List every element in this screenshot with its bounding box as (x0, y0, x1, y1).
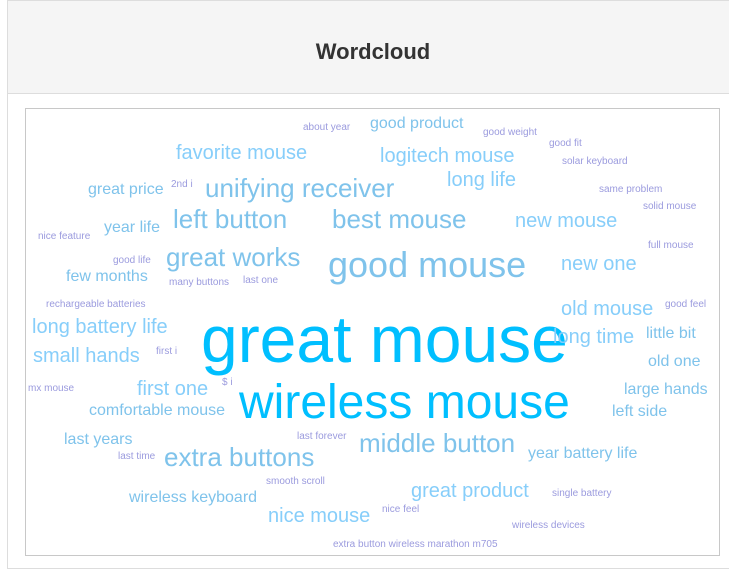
cloud-word: many buttons (169, 277, 230, 288)
cloud-word: old mouse (561, 298, 654, 320)
cloud-word: left button (173, 204, 288, 234)
cloud-word: new mouse (515, 210, 618, 232)
cloud-word: large hands (624, 381, 708, 398)
cloud-word: good product (370, 115, 464, 132)
cloud-word: old one (648, 353, 701, 370)
cloud-word: great product (411, 480, 529, 502)
cloud-word: wireless keyboard (129, 489, 258, 506)
cloud-word: full mouse (648, 240, 694, 251)
cloud-word: little bit (646, 325, 696, 342)
cloud-word: good fit (549, 138, 582, 149)
cloud-word: last one (243, 275, 279, 286)
cloud-word: extra button wireless marathon m705 (333, 539, 498, 550)
cloud-word: last forever (297, 431, 347, 442)
cloud-word: last years (64, 431, 133, 448)
cloud-word: logitech mouse (380, 145, 515, 167)
panel-header: Wordcloud (8, 1, 729, 94)
cloud-word: good weight (483, 127, 537, 138)
cloud-word: good life (113, 255, 151, 266)
cloud-word: year battery life (528, 445, 638, 462)
cloud-word: great price (88, 181, 164, 198)
cloud-word: solar keyboard (562, 156, 628, 167)
cloud-word: rechargeable batteries (46, 299, 146, 310)
cloud-word: favorite mouse (176, 142, 308, 164)
cloud-word: $ i (222, 377, 233, 388)
cloud-word: solid mouse (643, 201, 697, 212)
cloud-word: single battery (552, 488, 612, 499)
cloud-word: unifying receiver (205, 173, 395, 203)
cloud-word: nice feel (382, 504, 420, 515)
cloud-word: long life (447, 169, 516, 191)
cloud-word: best mouse (332, 204, 467, 234)
cloud-word: middle button (359, 428, 516, 458)
cloud-word: few months (66, 268, 148, 285)
cloud-word: great mouse (201, 302, 568, 376)
cloud-word: good mouse (328, 244, 527, 285)
cloud-word: same problem (599, 184, 663, 195)
cloud-word: nice mouse (268, 505, 371, 527)
cloud-word: mx mouse (28, 383, 75, 394)
cloud-word: good feel (665, 299, 707, 310)
cloud-word: about year (303, 122, 351, 133)
cloud-word: left side (612, 403, 668, 420)
cloud-word: 2nd i (171, 179, 193, 190)
cloud-word: long time (553, 326, 635, 348)
cloud-word: wireless devices (512, 520, 585, 531)
cloud-word: comfortable mouse (89, 402, 226, 419)
cloud-word: nice feature (38, 231, 91, 242)
cloud-word: first i (156, 346, 178, 357)
cloud-word: year life (104, 219, 161, 236)
cloud-word: smooth scroll (266, 476, 325, 487)
cloud-word: extra buttons (164, 442, 315, 472)
cloud-word: long battery life (32, 316, 168, 338)
cloud-word: first one (137, 378, 209, 400)
cloud-word: last time (118, 451, 156, 462)
wordcloud-canvas: great mouse wireless mouse good mouse unify… (25, 108, 720, 556)
cloud-word: small hands (33, 345, 140, 367)
cloud-word: great works (166, 242, 301, 272)
cloud-word: new one (561, 253, 637, 275)
panel-title: Wordcloud (315, 39, 431, 64)
cloud-word: wireless mouse (239, 376, 570, 429)
